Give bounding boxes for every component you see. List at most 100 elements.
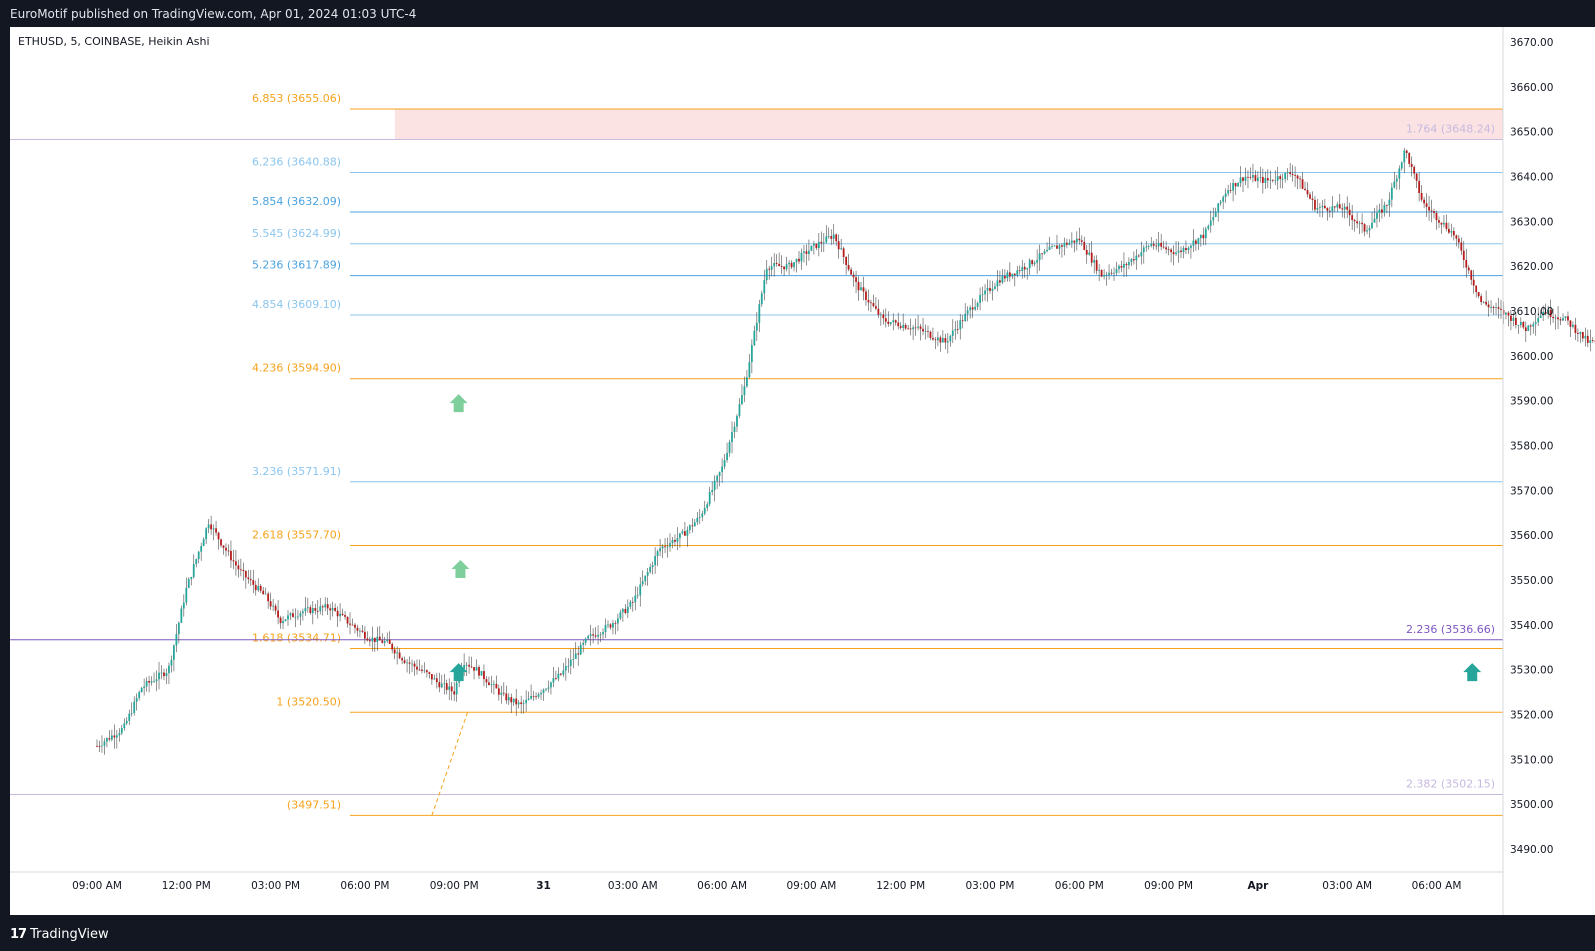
candle-body — [1187, 247, 1190, 251]
candle-body — [721, 466, 723, 473]
candle-body — [145, 681, 148, 687]
candle-body — [1063, 242, 1066, 247]
candle-body — [1348, 209, 1351, 216]
candle-body — [974, 306, 977, 310]
candle-body — [304, 608, 307, 612]
candle-body — [1388, 199, 1391, 206]
candle-body — [1497, 307, 1500, 309]
candle-body — [1567, 316, 1569, 321]
candle-body — [550, 682, 552, 688]
candle-body — [1289, 172, 1292, 174]
candle-body — [865, 291, 867, 300]
candle-body — [272, 605, 275, 607]
candle-body — [1562, 318, 1564, 321]
candle-body — [604, 624, 607, 633]
price-tick-label: 3590.00 — [1510, 396, 1553, 408]
candle-body — [674, 539, 676, 542]
candle-body — [517, 702, 520, 705]
candle-body — [468, 664, 470, 667]
candle-body — [421, 669, 423, 671]
candle-body — [946, 341, 949, 343]
candle-body — [917, 326, 919, 328]
candle-body — [230, 550, 232, 561]
candle-body — [1403, 150, 1406, 163]
candle-body — [314, 608, 317, 611]
candle-body — [1378, 209, 1381, 213]
candle-body — [746, 377, 748, 387]
candle-body — [1150, 243, 1153, 247]
candle-body — [879, 314, 882, 316]
candle-body — [723, 460, 726, 467]
candle-body — [101, 745, 103, 747]
candle-body — [143, 686, 146, 688]
candle-body — [120, 728, 123, 734]
candle-body — [515, 698, 518, 705]
candle-body — [110, 735, 113, 740]
candle-body — [125, 720, 128, 724]
candle-body — [185, 587, 188, 603]
candle-body — [1467, 267, 1470, 271]
candle-body — [1065, 242, 1068, 245]
chart-canvas[interactable]: 6.853 (3655.06) 6.236 (3640.88) 5.854 (363… — [10, 27, 1595, 915]
candle-body — [624, 608, 627, 613]
candle-body — [664, 546, 666, 548]
candle-body — [1088, 252, 1091, 255]
candle-body — [1157, 242, 1160, 247]
time-tick-label: 09:00 AM — [786, 880, 836, 892]
candle-body — [153, 681, 155, 682]
candle-body — [812, 243, 815, 246]
candle-body — [401, 658, 404, 661]
time-tick-label: 09:00 AM — [72, 880, 122, 892]
candle-body — [497, 688, 500, 695]
candle-body — [1152, 243, 1155, 246]
candle-body — [215, 528, 217, 533]
candle-body — [1452, 231, 1455, 236]
candle-body — [1336, 204, 1339, 208]
candle-body — [1537, 318, 1540, 323]
candle-body — [718, 472, 721, 476]
candle-body — [1028, 260, 1031, 269]
candle-body — [669, 543, 671, 547]
candle-body — [150, 681, 153, 683]
fib-level-label: 5.236 (3617.89) — [252, 259, 341, 272]
candle-body — [798, 258, 800, 262]
chart-panel[interactable]: 6.853 (3655.06) 6.236 (3640.88) 5.854 (363… — [10, 27, 1595, 915]
candle-body — [924, 330, 927, 332]
candle-body — [1098, 270, 1101, 271]
candle-body — [413, 663, 416, 667]
price-tick-label: 3600.00 — [1510, 351, 1553, 363]
candle-body — [612, 623, 614, 628]
candle-body — [1440, 222, 1443, 225]
candle-body — [785, 264, 788, 270]
candle-body — [1306, 190, 1309, 195]
candle-body — [1294, 175, 1297, 176]
candle-body — [235, 561, 237, 566]
candle-body — [899, 326, 902, 328]
candle-body — [535, 696, 537, 698]
candle-body — [651, 565, 654, 568]
candle-body — [473, 667, 475, 671]
candle-body — [368, 640, 371, 642]
candle-body — [346, 616, 349, 624]
candle-body — [428, 672, 431, 674]
chart-background — [10, 27, 1595, 915]
candle-body — [406, 662, 408, 664]
footer-bar: 17 TradingView — [0, 915, 1595, 951]
candle-body — [1147, 246, 1150, 247]
candle-body — [1363, 224, 1366, 232]
candle-body — [1053, 245, 1056, 247]
candle-body — [1438, 220, 1440, 223]
candle-body — [329, 608, 332, 611]
candle-body — [991, 288, 994, 291]
candle-body — [416, 666, 418, 670]
candle-body — [1376, 212, 1378, 219]
candle-body — [180, 608, 183, 623]
candle-body — [118, 733, 121, 736]
candle-body — [877, 308, 880, 315]
candle-body — [738, 404, 741, 416]
candle-body — [679, 533, 681, 539]
candle-body — [1229, 190, 1232, 191]
candle-body — [1448, 228, 1450, 233]
tradingview-logo[interactable]: 17 TradingView — [10, 927, 109, 942]
candle-body — [666, 546, 669, 548]
